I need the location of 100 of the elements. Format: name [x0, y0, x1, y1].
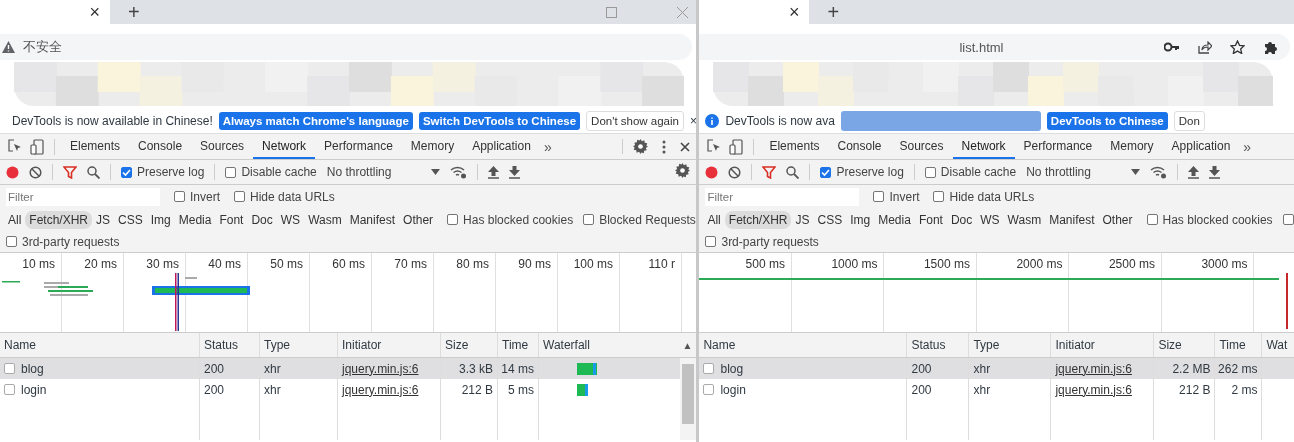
- column-header[interactable]: Name: [4, 338, 36, 352]
- type-filter-tab[interactable]: Manifest: [345, 210, 400, 229]
- type-filter-tab[interactable]: Font: [215, 210, 248, 229]
- request-name[interactable]: login: [720, 382, 746, 397]
- column-header[interactable]: Type: [973, 338, 1000, 352]
- infobar-button[interactable]: Don't show again: [586, 110, 684, 131]
- column-header[interactable]: Wat: [1266, 338, 1288, 352]
- request-row[interactable]: blog 200 xhr jquery.min.js:6 2.2 MB 262 ms: [699, 358, 1294, 379]
- type-filter-tab[interactable]: Fetch/XHR: [724, 210, 792, 229]
- column-header[interactable]: Waterfall: [543, 338, 590, 352]
- filter-field[interactable]: Filter: [6, 187, 160, 206]
- checkbox[interactable]: [1146, 214, 1158, 225]
- record-icon[interactable]: [705, 165, 719, 179]
- checkbox[interactable]: [1282, 214, 1294, 225]
- panel-tab[interactable]: Application: [463, 134, 540, 159]
- type-filter-tab[interactable]: All: [4, 210, 26, 229]
- more-tabs-icon[interactable]: »: [543, 138, 552, 155]
- checkbox[interactable]: [705, 236, 717, 247]
- upload-icon[interactable]: [488, 165, 500, 179]
- tab-close-icon[interactable]: ×: [89, 1, 100, 23]
- request-name[interactable]: blog: [21, 361, 44, 376]
- close-icon[interactable]: [680, 141, 691, 152]
- new-tab-icon[interactable]: +: [827, 0, 840, 24]
- initiator-link[interactable]: jquery.min.js:6: [1055, 382, 1132, 397]
- checkbox[interactable]: [873, 191, 885, 202]
- column-header[interactable]: Status: [911, 338, 946, 352]
- inspect-icon[interactable]: [8, 138, 22, 153]
- checkbox[interactable]: [121, 166, 132, 178]
- sort-arrow-icon[interactable]: ▲: [682, 339, 693, 351]
- search-icon[interactable]: [786, 165, 800, 179]
- star-icon[interactable]: [1230, 40, 1245, 54]
- type-filter-tab[interactable]: Fetch/XHR: [25, 210, 93, 229]
- device-icon[interactable]: [30, 138, 44, 155]
- download-icon[interactable]: [509, 165, 521, 179]
- checkbox[interactable]: [6, 236, 17, 247]
- infobar-close-icon[interactable]: ×: [689, 113, 697, 128]
- panel-tab[interactable]: Performance: [1014, 134, 1102, 159]
- checkbox[interactable]: [225, 166, 237, 178]
- column-header[interactable]: Time: [1219, 338, 1246, 352]
- type-filter-tab[interactable]: JS: [791, 210, 814, 229]
- panel-tab[interactable]: Console: [828, 134, 891, 159]
- panel-tab[interactable]: Console: [129, 134, 192, 159]
- column-header[interactable]: Time: [502, 338, 529, 352]
- type-filter-tab[interactable]: Doc: [247, 210, 277, 229]
- throttling-select[interactable]: No throttling: [326, 165, 392, 179]
- type-filter-tab[interactable]: Font: [914, 210, 947, 229]
- inspect-icon[interactable]: [707, 138, 722, 153]
- column-header[interactable]: Initiator: [1055, 338, 1095, 352]
- column-header[interactable]: Name: [703, 338, 736, 352]
- request-name[interactable]: login: [21, 382, 47, 397]
- scrollbar-thumb[interactable]: [682, 364, 695, 424]
- panel-tab[interactable]: Memory: [1101, 134, 1163, 159]
- request-row[interactable]: blog 200 xhr jquery.min.js:6 3.3 kB 14 ms: [0, 358, 681, 379]
- checkbox[interactable]: [447, 214, 459, 225]
- infobar-button[interactable]: DevTools to Chinese: [1046, 111, 1168, 130]
- filter-icon[interactable]: [63, 165, 77, 179]
- checkbox[interactable]: [583, 214, 595, 225]
- throttling-select[interactable]: No throttling: [1026, 165, 1091, 179]
- type-filter-tab[interactable]: Manifest: [1045, 210, 1099, 229]
- clear-icon[interactable]: [728, 165, 742, 179]
- checkbox[interactable]: [174, 191, 185, 202]
- more-tabs-icon[interactable]: »: [1243, 138, 1252, 155]
- request-name[interactable]: blog: [720, 361, 744, 376]
- clear-icon[interactable]: [29, 165, 42, 179]
- column-header[interactable]: Size: [445, 338, 469, 352]
- checkbox[interactable]: [933, 191, 945, 202]
- infobar-button[interactable]: Don: [1173, 110, 1205, 131]
- network-conditions-icon[interactable]: [450, 165, 468, 179]
- request-row[interactable]: login 200 xhr jquery.min.js:6 212 B 2 ms: [699, 379, 1294, 400]
- panel-tab[interactable]: Memory: [401, 134, 464, 159]
- type-filter-tab[interactable]: Img: [146, 210, 175, 229]
- column-header[interactable]: Size: [1158, 338, 1182, 352]
- column-header[interactable]: Initiator: [342, 338, 382, 352]
- type-filter-tab[interactable]: JS: [92, 210, 115, 229]
- checkbox[interactable]: [234, 191, 245, 202]
- key-icon[interactable]: [1164, 41, 1180, 53]
- network-conditions-icon[interactable]: [1149, 165, 1167, 179]
- panel-tab[interactable]: Performance: [315, 134, 402, 159]
- type-filter-tab[interactable]: Img: [846, 210, 875, 229]
- dropdown-caret-icon[interactable]: [431, 169, 441, 175]
- new-tab-icon[interactable]: +: [128, 0, 140, 24]
- dropdown-caret-icon[interactable]: [1130, 169, 1140, 175]
- type-filter-tab[interactable]: Other: [399, 210, 438, 229]
- type-filter-tab[interactable]: Other: [1098, 210, 1137, 229]
- checkbox[interactable]: [924, 166, 936, 178]
- panel-tab[interactable]: Sources: [890, 134, 953, 159]
- tab-close-icon[interactable]: ×: [788, 1, 800, 23]
- panel-tab[interactable]: Elements: [61, 134, 130, 159]
- initiator-link[interactable]: jquery.min.js:6: [342, 361, 419, 376]
- type-filter-tab[interactable]: WS: [976, 210, 1004, 229]
- device-icon[interactable]: [729, 138, 744, 155]
- infobar-button[interactable]: Switch DevTools to Chinese: [418, 111, 581, 130]
- column-header[interactable]: Status: [204, 338, 239, 352]
- panel-tab[interactable]: Sources: [191, 134, 254, 159]
- settings-icon[interactable]: [675, 163, 691, 178]
- type-filter-tab[interactable]: Wasm: [1003, 210, 1046, 229]
- infobar-button[interactable]: Always match Chrome's language: [218, 111, 413, 130]
- more-options-icon[interactable]: [662, 139, 667, 154]
- column-header[interactable]: Type: [264, 338, 290, 352]
- initiator-link[interactable]: jquery.min.js:6: [1055, 361, 1132, 376]
